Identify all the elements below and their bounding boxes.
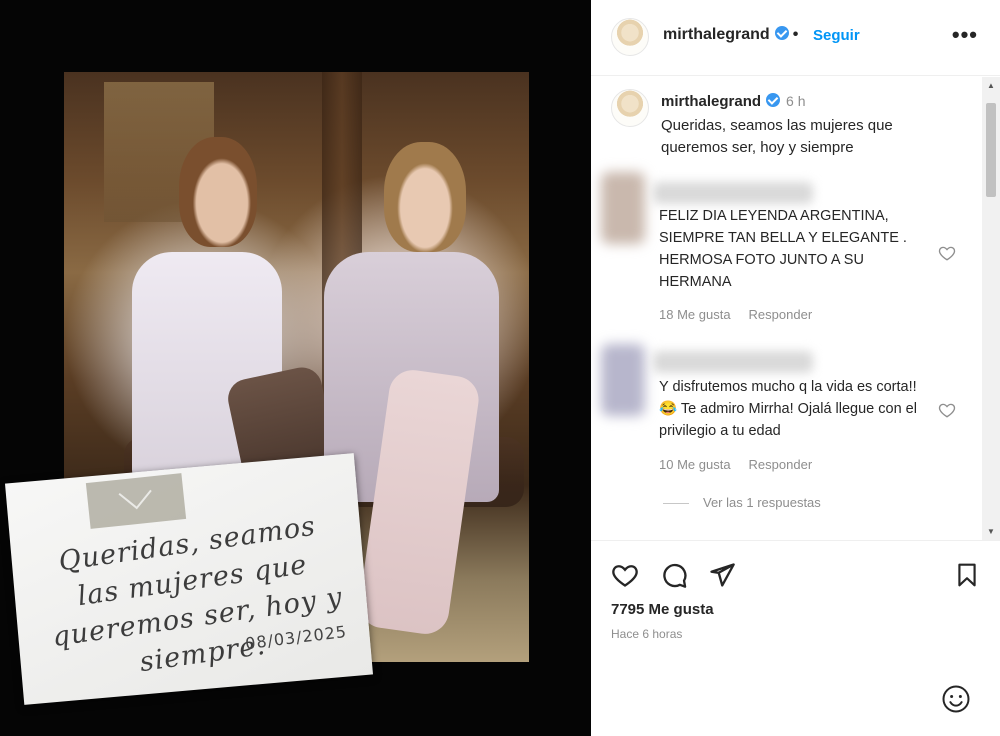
commenter-name-blurred bbox=[653, 182, 813, 204]
post-header: mirthalegrand • Seguir ••• bbox=[591, 0, 1000, 76]
heart-icon[interactable] bbox=[938, 244, 956, 262]
comment-bubble-icon[interactable] bbox=[660, 561, 688, 589]
view-replies-link[interactable]: Ver las 1 respuestas bbox=[663, 495, 821, 510]
separator-dot: • bbox=[792, 26, 799, 43]
commenter-avatar[interactable] bbox=[601, 172, 645, 244]
comment-text: Y disfrutemos mucho q la vida es corta!!… bbox=[659, 379, 917, 439]
comments-list[interactable]: mirthalegrand 6 h Queridas, seamos las mu… bbox=[591, 77, 982, 540]
post-time: Hace 6 horas bbox=[611, 627, 683, 641]
header-user-row: mirthalegrand • bbox=[663, 26, 802, 44]
follow-button[interactable]: Seguir bbox=[813, 27, 860, 44]
right-woman-head bbox=[384, 142, 466, 252]
comment-likes[interactable]: 18 Me gusta bbox=[659, 307, 731, 322]
author-username[interactable]: mirthalegrand bbox=[663, 26, 770, 43]
scroll-up-arrow-icon[interactable]: ▲ bbox=[987, 81, 995, 90]
comments-scrollbar[interactable]: ▲ ▼ bbox=[982, 77, 1000, 540]
reply-button[interactable]: Responder bbox=[749, 307, 813, 322]
comment-meta: 10 Me gusta Responder bbox=[659, 457, 830, 472]
verified-badge-icon bbox=[774, 26, 789, 40]
tape-crease-icon bbox=[118, 489, 152, 510]
paper-plane-icon[interactable] bbox=[708, 561, 736, 589]
caption-username[interactable]: mirthalegrand bbox=[661, 93, 761, 110]
caption-time: 6 h bbox=[786, 93, 806, 109]
heart-icon[interactable] bbox=[938, 401, 956, 419]
author-avatar[interactable] bbox=[611, 18, 649, 56]
heart-icon[interactable] bbox=[611, 561, 639, 589]
comment-meta: 18 Me gusta Responder bbox=[659, 307, 830, 322]
verified-badge-icon bbox=[766, 93, 781, 107]
comment-item: FELIZ DIA LEYENDA ARGENTINA, SIEMPRE TAN… bbox=[591, 172, 982, 342]
commenter-name-blurred bbox=[653, 351, 813, 373]
more-options-icon[interactable]: ••• bbox=[952, 22, 978, 48]
smiley-icon[interactable] bbox=[941, 684, 971, 714]
scroll-thumb[interactable] bbox=[986, 103, 996, 197]
post-media[interactable]: Queridas, seamos las mujeres que queremo… bbox=[0, 0, 591, 736]
caption-avatar[interactable] bbox=[611, 89, 649, 127]
like-count[interactable]: 7795 Me gusta bbox=[611, 601, 714, 618]
reply-button[interactable]: Responder bbox=[749, 457, 813, 472]
comment-text: FELIZ DIA LEYENDA ARGENTINA, SIEMPRE TAN… bbox=[659, 208, 907, 290]
caption-text: Queridas, seamos las mujeres que queremo… bbox=[661, 117, 893, 156]
caption-user-row: mirthalegrand 6 h bbox=[661, 93, 806, 110]
bookmark-icon[interactable] bbox=[954, 561, 980, 589]
left-woman-head bbox=[179, 137, 257, 247]
commenter-avatar[interactable] bbox=[601, 344, 645, 416]
scroll-down-arrow-icon[interactable]: ▼ bbox=[987, 527, 995, 536]
post-actions: 7795 Me gusta Hace 6 horas bbox=[591, 540, 1000, 736]
comment-likes[interactable]: 10 Me gusta bbox=[659, 457, 731, 472]
comment-item: Y disfrutemos mucho q la vida es corta!!… bbox=[591, 339, 982, 489]
post-panel: mirthalegrand • Seguir ••• mirthalegrand 6… bbox=[591, 0, 1000, 736]
